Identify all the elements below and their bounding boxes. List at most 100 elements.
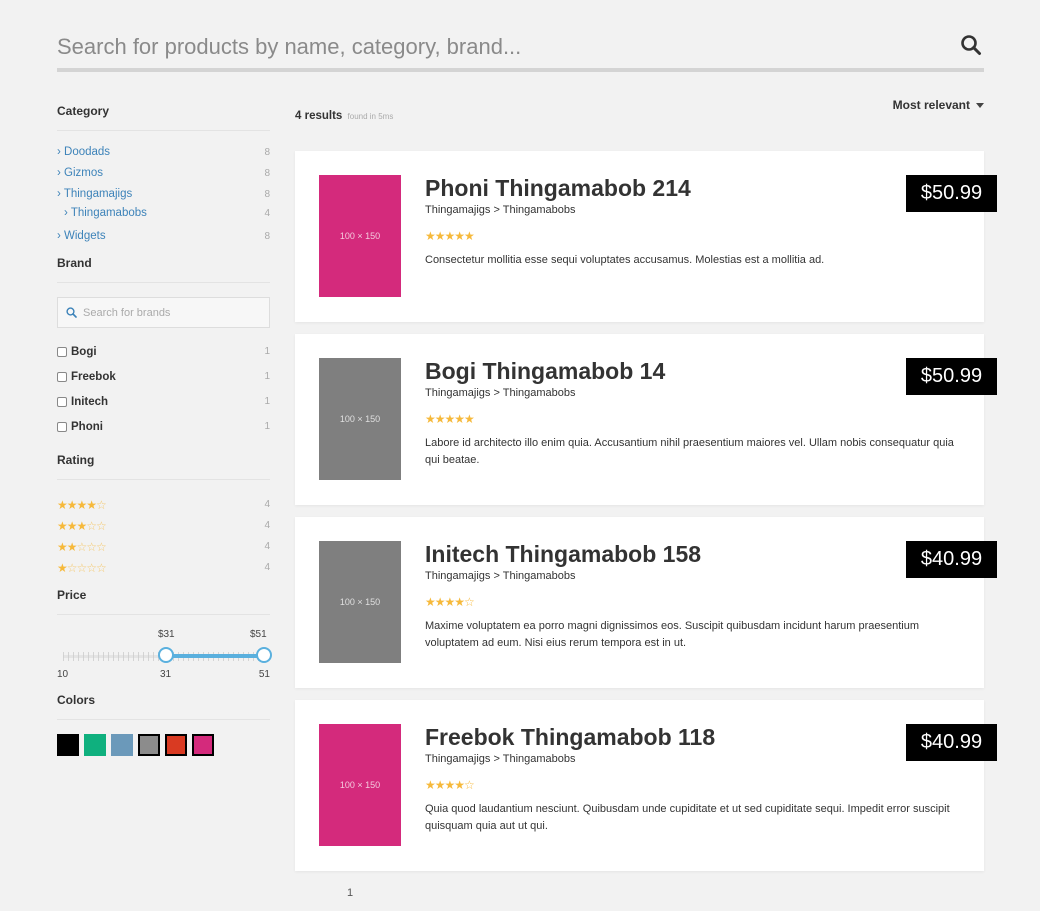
- product-thumbnail[interactable]: 100 × 150: [319, 358, 401, 480]
- category-item-thingamajigs[interactable]: › Thingamajigs 8: [57, 187, 270, 206]
- rating-item-1-up[interactable]: ★☆☆☆☆ 4: [57, 557, 270, 578]
- search-input[interactable]: [57, 28, 937, 66]
- star-rating: ★★☆☆☆: [57, 539, 107, 554]
- brand-label: Phoni: [71, 420, 103, 433]
- brand-item-initech[interactable]: Initech 1: [57, 389, 270, 414]
- rating-count: 4: [264, 520, 270, 531]
- product-breadcrumb: Thingamajigs > Thingamabobs: [425, 570, 576, 582]
- product-description: Quia quod laudantium nesciunt. Quibusdam…: [425, 803, 950, 832]
- pagination-page-1[interactable]: 1: [347, 887, 353, 899]
- brand-list: Bogi 1 Freebok 1 Initech 1 Phoni 1: [57, 339, 270, 439]
- rating-item-3-up[interactable]: ★★★☆☆ 4: [57, 515, 270, 536]
- rating-facet-title: Rating: [57, 453, 95, 467]
- product-price: $40.99: [906, 541, 997, 578]
- search-icon[interactable]: [960, 34, 984, 60]
- results-summary: 4 results found in 5ms: [295, 110, 393, 122]
- product-thumbnail[interactable]: 100 × 150: [319, 175, 401, 297]
- product-price: $40.99: [906, 724, 997, 761]
- color-swatch[interactable]: [84, 734, 106, 756]
- brand-item-freebok[interactable]: Freebok 1: [57, 364, 270, 389]
- product-thumbnail[interactable]: 100 × 150: [319, 541, 401, 663]
- brand-count: 1: [264, 371, 270, 382]
- brand-checkbox-label[interactable]: Freebok: [57, 371, 116, 383]
- product-card[interactable]: 100 × 150 Freebok Thingamabob 118 Thinga…: [295, 700, 997, 871]
- category-item-doodads[interactable]: › Doodads 8: [57, 145, 270, 166]
- star-rating: ★☆☆☆☆: [57, 560, 107, 575]
- brand-item-phoni[interactable]: Phoni 1: [57, 414, 270, 439]
- brand-checkbox-label[interactable]: Bogi: [57, 346, 97, 358]
- price-facet-title: Price: [57, 588, 87, 602]
- sort-dropdown[interactable]: Most relevant: [893, 98, 984, 112]
- product-card[interactable]: 100 × 150 Initech Thingamabob 158 Thinga…: [295, 517, 997, 688]
- product-description: Maxime voluptatem ea porro magni digniss…: [425, 620, 920, 649]
- brand-search-input[interactable]: [83, 306, 263, 319]
- star-rating: ★★★☆☆: [57, 518, 107, 533]
- product-title[interactable]: Phoni Thingamabob 214: [425, 175, 691, 202]
- divider: [57, 130, 270, 131]
- price-min-label: 10: [57, 669, 69, 680]
- product-card[interactable]: 100 × 150 Bogi Thingamabob 14 Thingamaji…: [295, 334, 997, 505]
- product-star-rating: ★★★★☆: [425, 595, 475, 609]
- product-title[interactable]: Bogi Thingamabob 14: [425, 358, 665, 385]
- checkbox[interactable]: [57, 396, 67, 407]
- price-low-tooltip: $31: [157, 629, 175, 640]
- category-item-thingamabobs[interactable]: › Thingamabobs 4: [57, 206, 270, 229]
- divider: [57, 719, 270, 720]
- checkbox[interactable]: [57, 421, 67, 432]
- category-item-gizmos[interactable]: › Gizmos 8: [57, 166, 270, 187]
- category-item-label: › Thingamajigs: [57, 188, 133, 200]
- color-swatch[interactable]: [57, 734, 79, 756]
- product-thumbnail[interactable]: 100 × 150: [319, 724, 401, 846]
- brand-search-box: [57, 297, 270, 328]
- divider: [57, 614, 270, 615]
- brand-count: 1: [264, 346, 270, 357]
- price-range-slider[interactable]: $31 $51 10 31 51: [57, 629, 272, 699]
- brand-checkbox-label[interactable]: Phoni: [57, 421, 103, 433]
- slider-selected-range: [165, 654, 264, 658]
- checkbox[interactable]: [57, 346, 67, 357]
- rating-list: ★★★★☆ 4 ★★★☆☆ 4 ★★☆☆☆ 4 ★☆☆☆☆ 4: [57, 494, 270, 578]
- color-swatch[interactable]: [192, 734, 214, 756]
- product-star-rating: ★★★★★: [425, 229, 475, 243]
- brand-checkbox-label[interactable]: Initech: [57, 396, 108, 408]
- category-item-count: 8: [264, 168, 270, 179]
- sort-label: Most relevant: [892, 98, 970, 112]
- category-list: › Doodads 8 › Gizmos 8 › Thingamajigs 8 …: [57, 145, 270, 250]
- brand-facet-title: Brand: [57, 256, 92, 270]
- color-swatch[interactable]: [111, 734, 133, 756]
- color-swatch[interactable]: [138, 734, 160, 756]
- price-high-tooltip: $51: [250, 629, 267, 640]
- brand-count: 1: [264, 421, 270, 432]
- rating-item-4-up[interactable]: ★★★★☆ 4: [57, 494, 270, 515]
- color-swatch[interactable]: [165, 734, 187, 756]
- category-item-label: › Widgets: [57, 230, 106, 242]
- checkbox[interactable]: [57, 371, 67, 382]
- color-swatches: [57, 734, 270, 756]
- slider-handle-high[interactable]: [256, 647, 272, 663]
- divider: [57, 282, 270, 283]
- product-title[interactable]: Initech Thingamabob 158: [425, 541, 701, 568]
- category-item-count: 8: [264, 189, 270, 200]
- results-time: found in 5ms: [347, 112, 394, 121]
- category-item-widgets[interactable]: › Widgets 8: [57, 229, 270, 250]
- product-breadcrumb: Thingamajigs > Thingamabobs: [425, 387, 576, 399]
- rating-count: 4: [264, 562, 270, 573]
- slider-handle-low[interactable]: [157, 647, 174, 663]
- price-max-label: 51: [258, 669, 270, 680]
- category-item-label: › Gizmos: [57, 167, 103, 179]
- search-bar: [57, 28, 984, 72]
- brand-item-bogi[interactable]: Bogi 1: [57, 339, 270, 364]
- product-card[interactable]: 100 × 150 Phoni Thingamabob 214 Thingama…: [295, 151, 997, 322]
- filters-sidebar: Category › Doodads 8 › Gizmos 8 › Thinga…: [57, 102, 272, 756]
- brand-label: Initech: [71, 395, 109, 408]
- brand-label: Freebok: [71, 370, 116, 383]
- category-facet-title: Category: [57, 104, 110, 118]
- category-item-count: 4: [264, 208, 270, 219]
- product-star-rating: ★★★★★: [425, 412, 475, 426]
- results-count: 4 results: [295, 110, 343, 122]
- category-item-label: › Doodads: [57, 146, 111, 158]
- rating-item-2-up[interactable]: ★★☆☆☆ 4: [57, 536, 270, 557]
- product-title[interactable]: Freebok Thingamabob 118: [425, 724, 715, 751]
- caret-down-icon: [976, 102, 984, 108]
- rating-count: 4: [264, 499, 270, 510]
